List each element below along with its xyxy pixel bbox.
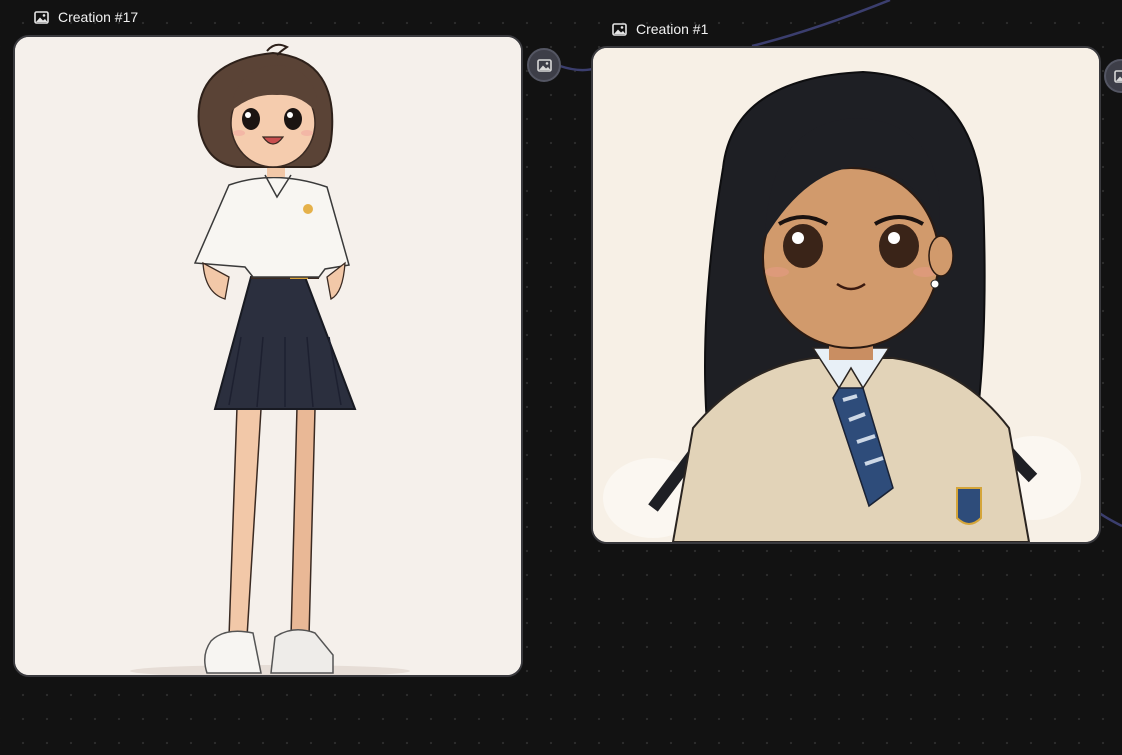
image-node-creation-17[interactable]: [13, 35, 523, 677]
image-node-creation-1[interactable]: [591, 46, 1101, 544]
node-title-label: Creation #17: [58, 9, 139, 25]
node-output-port-creation-17[interactable]: [527, 48, 561, 82]
node-title-creation-17[interactable]: Creation #17: [34, 9, 138, 25]
image-icon: [34, 10, 49, 24]
image-icon: [1113, 69, 1122, 83]
image-icon: [536, 58, 552, 72]
edge-creation1-to-right: [1097, 510, 1122, 528]
node-title-creation-1[interactable]: Creation #1: [612, 21, 708, 37]
node-title-label: Creation #1: [636, 21, 709, 37]
generated-image-full-body-girl: [15, 37, 521, 675]
image-icon: [612, 22, 627, 36]
edge-creation1-upward: [751, 0, 891, 48]
generated-image-portrait-girl: [593, 48, 1099, 542]
workflow-canvas[interactable]: Creation #17 Creation #1: [0, 0, 1122, 755]
